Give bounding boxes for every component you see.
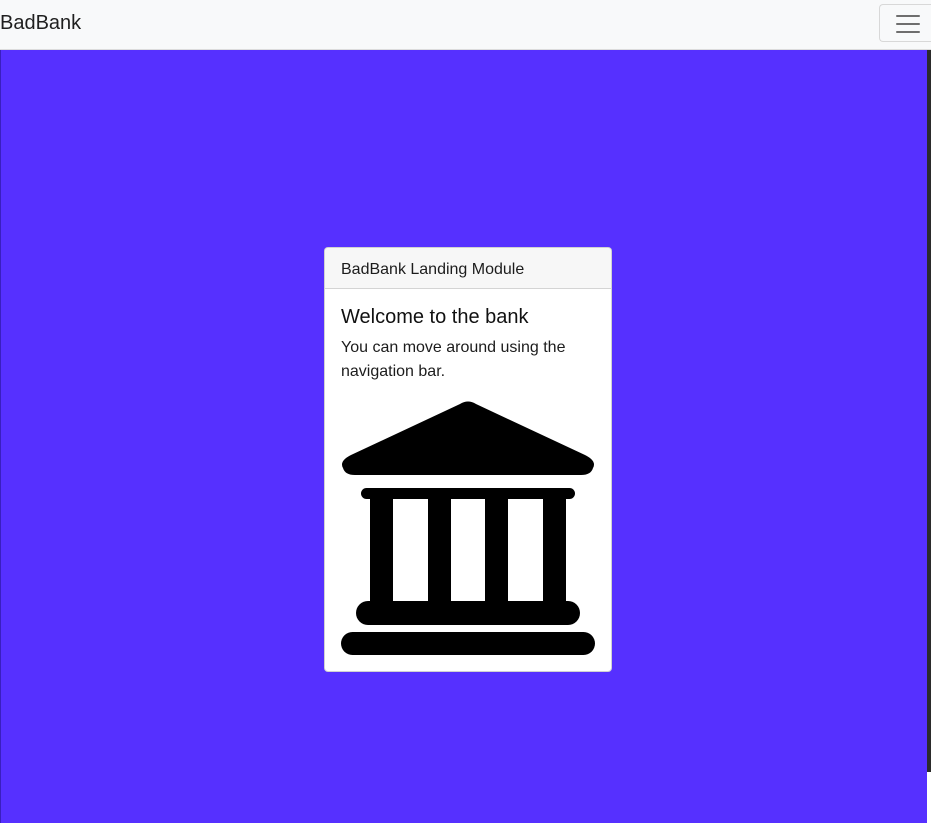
hamburger-menu-icon [896,14,920,34]
card-body: Welcome to the bank You can move around … [325,289,611,384]
navbar-toggler-button[interactable] [879,4,931,42]
navbar: BadBank [0,0,931,50]
scrollbar[interactable] [927,50,931,772]
card-header: BadBank Landing Module [325,248,611,289]
bank-building-icon [341,401,595,655]
main-content: BadBank Landing Module Welcome to the ba… [0,50,927,823]
brand-link[interactable]: BadBank [0,11,81,35]
card-title: Welcome to the bank [341,306,529,328]
landing-card: BadBank Landing Module Welcome to the ba… [324,247,612,672]
card-text: You can move around using the navigation… [341,339,566,380]
